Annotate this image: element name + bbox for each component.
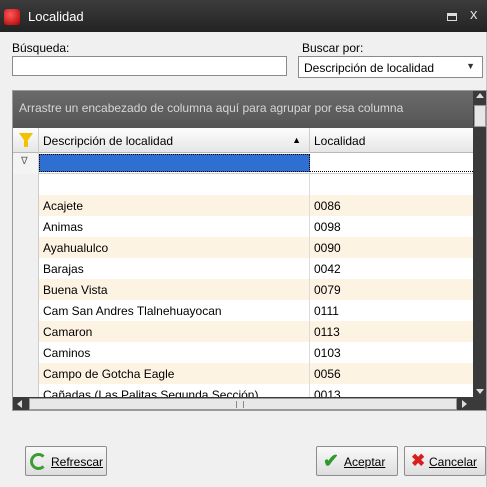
- row-indicator[interactable]: [13, 321, 39, 342]
- row-indicator[interactable]: [13, 237, 39, 258]
- close-icon[interactable]: x: [470, 6, 478, 23]
- cell-descripcion[interactable]: Buena Vista: [39, 279, 310, 300]
- column-header-descripcion[interactable]: Descripción de localidad ▲: [39, 128, 310, 153]
- search-input[interactable]: [12, 56, 287, 76]
- grid-header: Descripción de localidad ▲ Localidad: [13, 128, 473, 153]
- column-header-localidad[interactable]: Localidad: [310, 128, 473, 153]
- row-indicator: ∇: [13, 153, 39, 174]
- table-row[interactable]: Acajete 0086: [13, 195, 473, 216]
- cell-localidad[interactable]: 0042: [310, 258, 473, 279]
- row-indicator[interactable]: [13, 300, 39, 321]
- table-row[interactable]: Animas 0098: [13, 216, 473, 237]
- horizontal-scrollbar[interactable]: [13, 397, 486, 410]
- cell-localidad[interactable]: 0079: [310, 279, 473, 300]
- filter-cell-descripcion[interactable]: [39, 154, 310, 172]
- cell-descripcion[interactable]: Cam San Andres Tlalnehuayocan: [39, 300, 310, 321]
- maximize-icon[interactable]: [447, 13, 457, 21]
- row-indicator[interactable]: [13, 174, 39, 195]
- table-row[interactable]: Campo de Gotcha Eagle 0056: [13, 363, 473, 384]
- cell-descripcion[interactable]: Barajas: [39, 258, 310, 279]
- column-header-label: Descripción de localidad: [43, 134, 174, 148]
- sort-ascending-icon: ▲: [292, 135, 301, 145]
- search-by-dropdown[interactable]: Descripción de localidad ▼: [298, 56, 483, 78]
- cell-localidad[interactable]: 0056: [310, 363, 473, 384]
- filter-row: ∇: [13, 153, 473, 174]
- cell-localidad[interactable]: 0103: [310, 342, 473, 363]
- scroll-up-icon[interactable]: [476, 93, 484, 98]
- checkmark-icon: ✔: [323, 451, 339, 472]
- search-label: Búsqueda:: [12, 41, 70, 55]
- cell-localidad[interactable]: 0098: [310, 216, 473, 237]
- vertical-scrollbar[interactable]: [473, 91, 486, 397]
- cell-descripcion[interactable]: Campo de Gotcha Eagle: [39, 363, 310, 384]
- table-row[interactable]: Barajas 0042: [13, 258, 473, 279]
- refresh-icon: [30, 453, 47, 470]
- table-row[interactable]: Camaron 0113: [13, 321, 473, 342]
- row-indicator[interactable]: [13, 258, 39, 279]
- vertical-scroll-thumb[interactable]: [474, 105, 486, 127]
- filter-row-icon: ∇: [21, 156, 28, 167]
- group-by-panel[interactable]: Arrastre un encabezado de columna aquí p…: [13, 91, 473, 128]
- cell-localidad[interactable]: [310, 174, 473, 195]
- title-bar[interactable]: Localidad x: [0, 0, 487, 32]
- search-by-label: Buscar por:: [302, 41, 364, 55]
- chevron-down-icon[interactable]: ▼: [466, 61, 475, 71]
- refresh-button[interactable]: Refrescar: [25, 446, 107, 476]
- grip-icon: [236, 401, 244, 408]
- table-row[interactable]: [13, 174, 473, 195]
- cancel-x-icon: ✖: [411, 451, 426, 470]
- cell-descripcion[interactable]: [39, 174, 310, 195]
- row-indicator[interactable]: [13, 342, 39, 363]
- table-row[interactable]: Buena Vista 0079: [13, 279, 473, 300]
- cell-descripcion[interactable]: Ayahualulco: [39, 237, 310, 258]
- search-by-value: Descripción de localidad: [304, 61, 435, 75]
- cell-descripcion[interactable]: Caminos: [39, 342, 310, 363]
- accept-button-label: Aceptar: [344, 455, 386, 469]
- cell-localidad[interactable]: 0111: [310, 300, 473, 321]
- filter-cell-localidad[interactable]: [310, 154, 473, 172]
- table-row[interactable]: Ayahualulco 0090: [13, 237, 473, 258]
- localidad-dialog: Localidad x Búsqueda: Buscar por: Descri…: [0, 0, 487, 487]
- column-header-label: Localidad: [314, 134, 366, 148]
- row-indicator[interactable]: [13, 279, 39, 300]
- scroll-left-icon[interactable]: [17, 400, 22, 408]
- localidad-grid: Arrastre un encabezado de columna aquí p…: [12, 90, 487, 411]
- cell-localidad[interactable]: 0086: [310, 195, 473, 216]
- app-icon: [4, 9, 20, 25]
- grid-rows: Acajete 0086 Animas 0098 Ayahualulco 0090 B…: [13, 174, 473, 405]
- window-title: Localidad: [28, 9, 84, 24]
- cell-descripcion[interactable]: Camaron: [39, 321, 310, 342]
- row-indicator[interactable]: [13, 216, 39, 237]
- cell-localidad[interactable]: 0090: [310, 237, 473, 258]
- table-row[interactable]: Cam San Andres Tlalnehuayocan 0111: [13, 300, 473, 321]
- cell-descripcion[interactable]: Animas: [39, 216, 310, 237]
- table-row[interactable]: Caminos 0103: [13, 342, 473, 363]
- cell-descripcion[interactable]: Acajete: [39, 195, 310, 216]
- cell-localidad[interactable]: 0113: [310, 321, 473, 342]
- scroll-down-icon[interactable]: [476, 389, 484, 394]
- cancel-button[interactable]: ✖ Cancelar: [404, 446, 486, 476]
- scroll-right-icon[interactable]: [462, 400, 467, 408]
- horizontal-scroll-thumb[interactable]: [29, 398, 457, 410]
- row-indicator[interactable]: [13, 363, 39, 384]
- row-indicator[interactable]: [13, 195, 39, 216]
- accept-button[interactable]: ✔ Aceptar: [316, 446, 398, 476]
- cancel-button-label: Cancelar: [429, 455, 478, 469]
- filter-toggle[interactable]: [13, 128, 39, 153]
- refresh-button-label: Refrescar: [51, 455, 104, 469]
